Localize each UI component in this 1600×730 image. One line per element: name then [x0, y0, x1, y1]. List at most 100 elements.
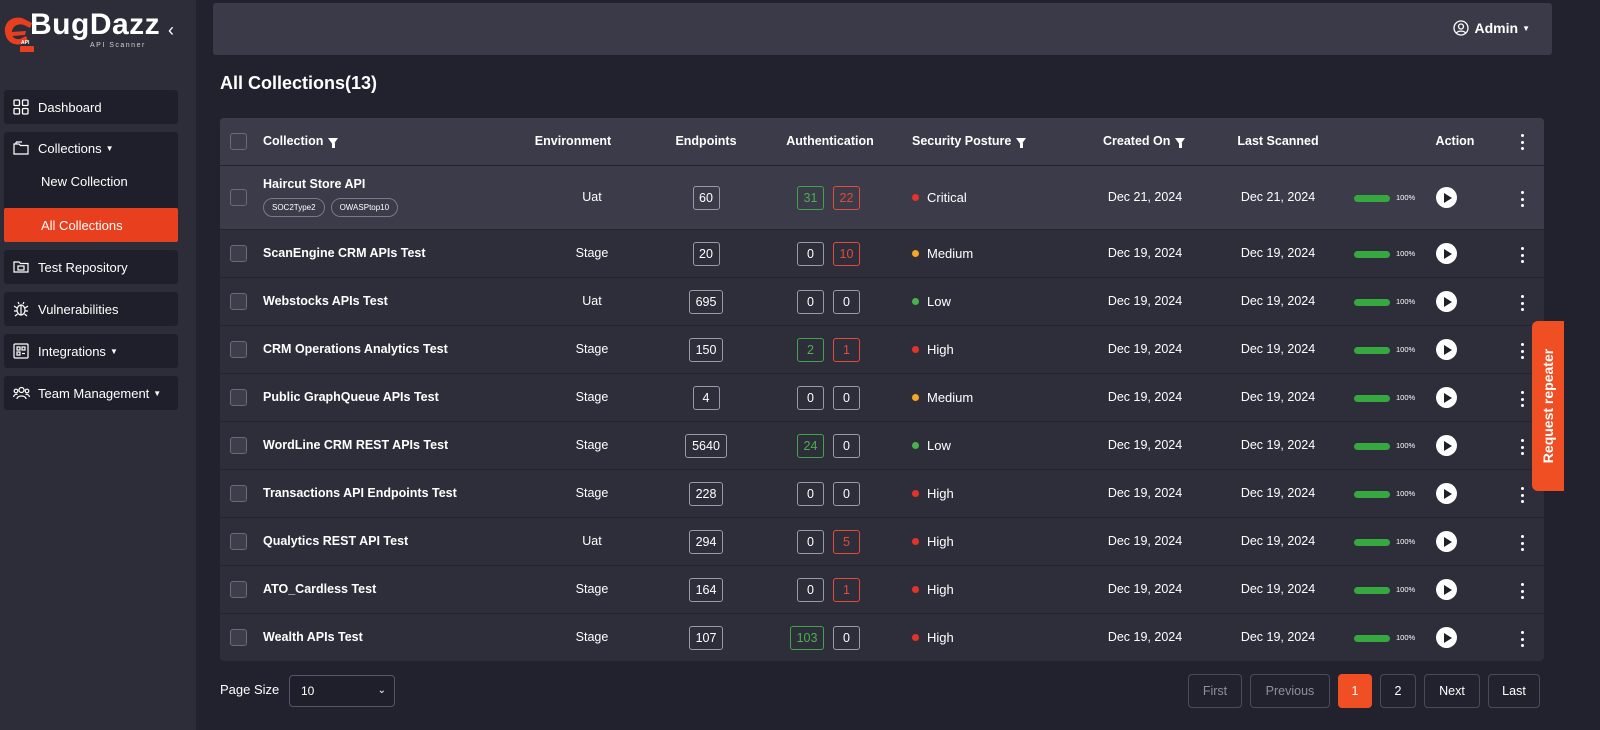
last-scanned-date: Dec 19, 2024 [1240, 438, 1316, 452]
row-options-kebab-icon[interactable] [1517, 247, 1527, 263]
run-scan-play-icon[interactable] [1436, 243, 1457, 264]
row-checkbox[interactable] [230, 389, 247, 406]
run-scan-play-icon[interactable] [1436, 483, 1457, 504]
run-scan-play-icon[interactable] [1436, 627, 1457, 648]
collection-name-link[interactable]: Haircut Store API [263, 177, 365, 191]
table-row[interactable]: Haircut Store API SOC2Type2 OWASPtop10 Uat 6… [220, 165, 1544, 229]
collapse-sidebar-chevron-icon[interactable]: ‹ [168, 20, 184, 40]
sidebar-item-collections[interactable]: Collections ▼ [4, 132, 178, 164]
pagination-page-1[interactable]: 1 [1338, 674, 1372, 708]
row-options-kebab-icon[interactable] [1517, 295, 1527, 311]
row-checkbox[interactable] [230, 341, 247, 358]
created-on-date: Dec 19, 2024 [1107, 438, 1183, 452]
row-checkbox[interactable] [230, 533, 247, 550]
column-header-security-posture[interactable]: Security Posture [912, 134, 1027, 148]
run-scan-play-icon[interactable] [1436, 531, 1457, 552]
row-options-kebab-icon[interactable] [1517, 535, 1527, 551]
user-menu[interactable]: Admin ▼ [1452, 20, 1530, 36]
sidebar-item-vulnerabilities[interactable]: Vulnerabilities [4, 292, 178, 326]
row-checkbox[interactable] [230, 437, 247, 454]
collection-name-link[interactable]: Wealth APIs Test [263, 630, 363, 644]
user-name: Admin [1474, 20, 1519, 36]
row-options-kebab-icon[interactable] [1517, 487, 1527, 503]
table-header: Collection Environment Endpoints Authent… [220, 118, 1544, 165]
last-scanned-date: Dec 19, 2024 [1240, 630, 1316, 644]
collection-name-link[interactable]: ScanEngine CRM APIs Test [263, 246, 426, 260]
last-scanned-date: Dec 19, 2024 [1240, 294, 1316, 308]
row-checkbox[interactable] [230, 485, 247, 502]
filter-icon[interactable] [1175, 137, 1186, 148]
row-options-kebab-icon[interactable] [1517, 391, 1527, 407]
pagination-page-2[interactable]: 2 [1380, 674, 1416, 708]
row-checkbox[interactable] [230, 581, 247, 598]
sidebar-item-label: Integrations [38, 343, 106, 359]
auth-fail-count: 0 [833, 482, 860, 506]
filter-icon[interactable] [328, 137, 339, 148]
created-on-date: Dec 21, 2024 [1107, 190, 1183, 204]
caret-down-icon: ▼ [105, 143, 114, 153]
row-options-kebab-icon[interactable] [1517, 191, 1527, 207]
row-options-kebab-icon[interactable] [1517, 439, 1527, 455]
posture-label: Critical [927, 190, 967, 205]
sidebar-subitem-new-collection[interactable]: New Collection [4, 164, 178, 198]
environment-value: Stage [575, 438, 609, 452]
run-scan-play-icon[interactable] [1436, 291, 1457, 312]
pagination-last[interactable]: Last [1488, 674, 1540, 708]
column-header-collection[interactable]: Collection [263, 134, 339, 148]
page-size-select[interactable]: 10 ⌄ [289, 675, 395, 707]
collection-name-link[interactable]: WordLine CRM REST APIs Test [263, 438, 448, 452]
row-options-kebab-icon[interactable] [1517, 343, 1527, 359]
table-row[interactable]: Transactions API Endpoints Test Stage 228 0… [220, 469, 1544, 517]
filter-icon[interactable] [1016, 137, 1027, 148]
scan-progress-percent: 100% [1396, 249, 1416, 258]
table-row[interactable]: Public GraphQueue APIs Test Stage 4 0 0 Mediu… [220, 373, 1544, 421]
select-all-checkbox[interactable] [230, 133, 247, 150]
pagination-previous[interactable]: Previous [1250, 674, 1330, 708]
row-checkbox[interactable] [230, 189, 247, 206]
collection-name-link[interactable]: ATO_Cardless Test [263, 582, 376, 596]
table-row[interactable]: Wealth APIs Test Stage 107 103 0 High Dec 19, … [220, 613, 1544, 661]
posture-dot-icon [912, 394, 919, 401]
collection-name-link[interactable]: Transactions API Endpoints Test [263, 486, 457, 500]
row-checkbox[interactable] [230, 629, 247, 646]
sidebar-subitem-all-collections[interactable]: All Collections [4, 208, 178, 242]
row-options-kebab-icon[interactable] [1517, 583, 1527, 599]
row-options-kebab-icon[interactable] [1517, 631, 1527, 647]
sidebar-item-integrations[interactable]: Integrations ▼ [4, 334, 178, 368]
column-header-created-on[interactable]: Created On [1103, 134, 1186, 148]
sidebar-item-test-repository[interactable]: Test Repository [4, 250, 178, 284]
table-row[interactable]: ATO_Cardless Test Stage 164 0 1 High Dec 19, 2… [220, 565, 1544, 613]
sidebar-item-dashboard[interactable]: Dashboard [4, 90, 178, 124]
posture-dot-icon [912, 634, 919, 641]
collection-name-link[interactable]: Public GraphQueue APIs Test [263, 390, 439, 404]
request-repeater-tab[interactable]: Request repeater [1532, 321, 1564, 491]
table-row[interactable]: Qualytics REST API Test Uat 294 0 5 High Dec 1… [220, 517, 1544, 565]
sidebar-item-team-management[interactable]: Team Management ▼ [4, 376, 178, 410]
table-options-kebab-icon[interactable] [1517, 134, 1527, 150]
column-label: Last Scanned [1237, 134, 1319, 148]
table-row[interactable]: CRM Operations Analytics Test Stage 150 2 1 H… [220, 325, 1544, 373]
table-row[interactable]: WordLine CRM REST APIs Test Stage 5640 24 0 L… [220, 421, 1544, 469]
collection-name-link[interactable]: Webstocks APIs Test [263, 294, 388, 308]
pagination-label: 1 [1351, 684, 1359, 698]
pagination-label: 2 [1394, 684, 1402, 698]
auth-fail-count: 0 [833, 434, 860, 458]
brand-logo[interactable]: API BugDazz API Scanner [0, 6, 196, 54]
table-row[interactable]: ScanEngine CRM APIs Test Stage 20 0 10 Medium… [220, 229, 1544, 277]
run-scan-play-icon[interactable] [1436, 387, 1457, 408]
run-scan-play-icon[interactable] [1436, 435, 1457, 456]
table-row[interactable]: Webstocks APIs Test Uat 695 0 0 Low Dec 19, 20… [220, 277, 1544, 325]
row-checkbox[interactable] [230, 293, 247, 310]
run-scan-play-icon[interactable] [1436, 339, 1457, 360]
environment-value: Stage [575, 390, 609, 404]
collection-name-link[interactable]: CRM Operations Analytics Test [263, 342, 448, 356]
pagination-first[interactable]: First [1188, 674, 1242, 708]
posture-label: High [927, 582, 954, 597]
row-checkbox[interactable] [230, 245, 247, 262]
created-on-date: Dec 19, 2024 [1107, 342, 1183, 356]
collection-name-link[interactable]: Qualytics REST API Test [263, 534, 408, 548]
scan-progress-bar [1354, 195, 1390, 202]
run-scan-play-icon[interactable] [1436, 579, 1457, 600]
pagination-next[interactable]: Next [1424, 674, 1480, 708]
run-scan-play-icon[interactable] [1436, 187, 1457, 208]
